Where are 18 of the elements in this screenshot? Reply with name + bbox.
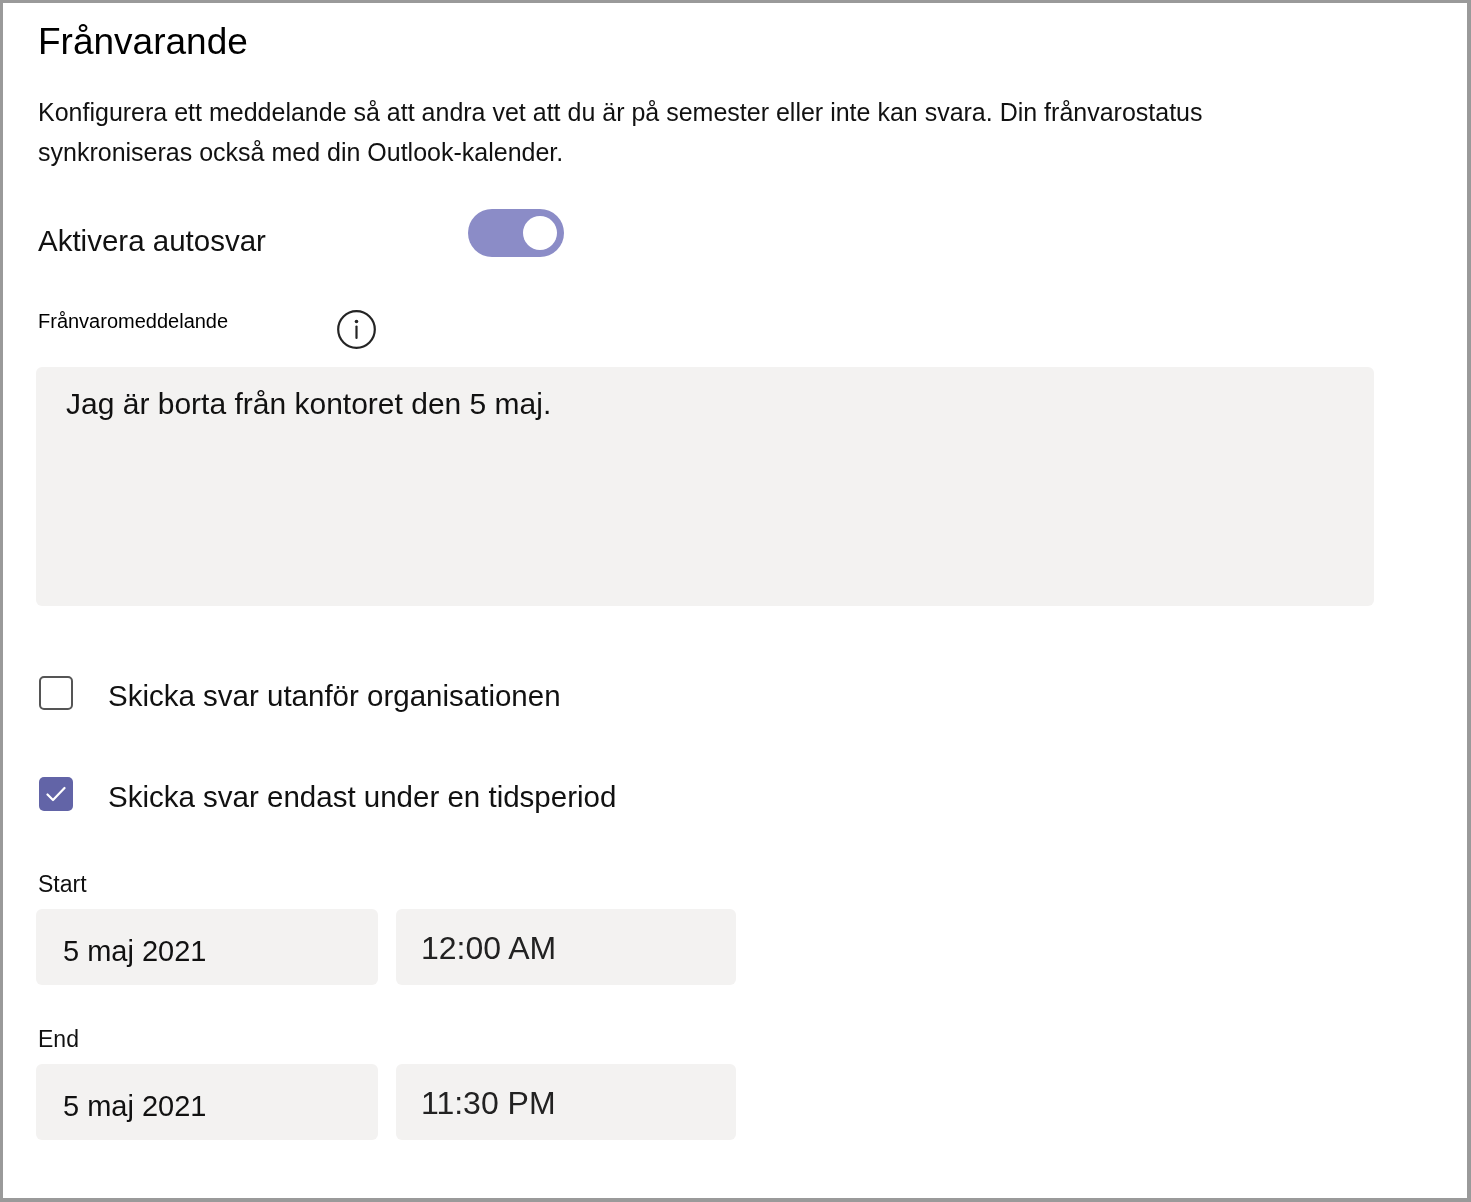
- time-field[interactable]: 11:30 PM: [396, 1064, 736, 1140]
- checkbox-label: Skicka svar utanför organisationen: [108, 678, 561, 714]
- checkbox-label: Skicka svar endast under en tidsperiod: [108, 779, 617, 815]
- field-label: Frånvaromeddelande: [38, 310, 230, 332]
- date-field[interactable]: 5 maj 2021: [36, 1064, 378, 1140]
- toggle-switch[interactable]: [468, 209, 564, 257]
- check-icon: [46, 786, 66, 802]
- info-icon[interactable]: [337, 310, 376, 349]
- page-title: Frånvarande: [38, 20, 249, 64]
- checkbox[interactable]: [39, 676, 73, 710]
- description-text: Konfigurera ett meddelande så att andra vet att du är på semester eller inte kan svara. Din frånvarostatus synkroniseras också med din Outlook-kalender.: [38, 97, 1204, 168]
- field-label: Start: [38, 871, 88, 897]
- checkbox[interactable]: [39, 777, 73, 811]
- message-field[interactable]: Jag är borta från kontoret den 5 maj.: [36, 367, 1374, 606]
- field-label: End: [38, 1026, 80, 1052]
- toggle-label: Aktivera autosvar: [38, 223, 267, 258]
- time-field[interactable]: 12:00 AM: [396, 909, 736, 985]
- date-field[interactable]: 5 maj 2021: [36, 909, 378, 985]
